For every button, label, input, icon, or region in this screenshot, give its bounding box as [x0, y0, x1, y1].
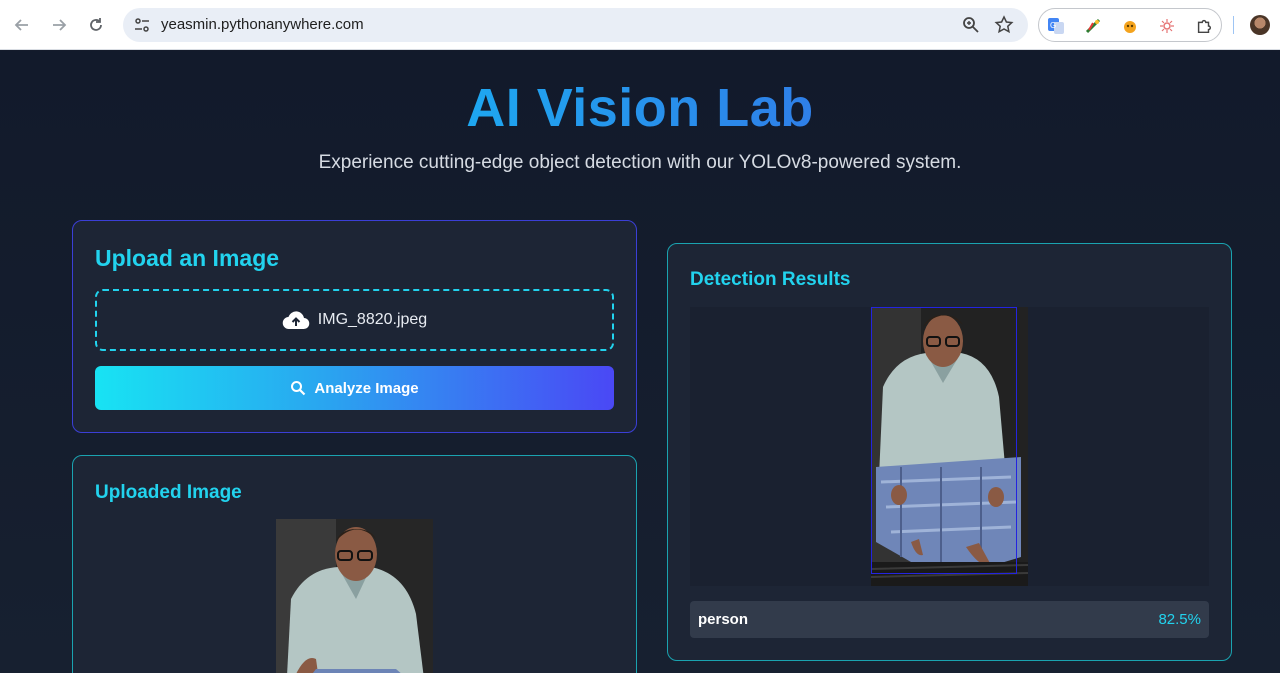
extension-icon[interactable] — [1084, 17, 1102, 35]
svg-text:G: G — [1050, 21, 1056, 30]
site-info-icon[interactable] — [133, 16, 151, 34]
url-text[interactable]: yeasmin.pythonanywhere.com — [161, 16, 364, 33]
detection-bounding-box — [871, 307, 1017, 574]
detection-score: 82.5% — [1158, 611, 1201, 628]
reload-icon[interactable] — [84, 13, 108, 37]
bookmark-star-icon[interactable] — [994, 15, 1014, 35]
extension-icon[interactable] — [1158, 17, 1176, 35]
browser-toolbar: yeasmin.pythonanywhere.com G — [0, 0, 1280, 50]
result-image-area — [690, 307, 1209, 586]
back-icon[interactable] — [10, 13, 34, 37]
extensions-tray: G — [1038, 8, 1222, 42]
search-icon — [291, 381, 306, 396]
translate-extension-icon[interactable]: G — [1047, 17, 1065, 35]
detection-label: person — [698, 611, 749, 628]
selected-file-name: IMG_8820.jpeg — [317, 311, 428, 328]
file-dropzone[interactable]: IMG_8820.jpeg — [95, 289, 614, 351]
upload-heading: Upload an Image — [95, 245, 280, 271]
extension-icon[interactable] — [1121, 17, 1139, 35]
analyze-button-label: Analyze Image — [314, 379, 419, 397]
page-subtitle: Experience cutting-edge object detection… — [318, 152, 962, 173]
uploaded-image-card: Uploaded Image — [72, 455, 637, 673]
profile-avatar[interactable] — [1250, 15, 1270, 35]
detection-row: person 82.5% — [690, 601, 1209, 638]
detection-results-card: Detection Results person 82.5% — [667, 243, 1232, 661]
extensions-puzzle-icon[interactable] — [1195, 17, 1213, 35]
uploaded-photo — [276, 519, 433, 673]
page-body: AI Vision Lab Experience cutting-edge ob… — [0, 51, 1280, 673]
upload-card: Upload an Image IMG_8820.jpeg Analyze Im… — [72, 220, 637, 433]
forward-icon[interactable] — [47, 13, 71, 37]
page-title: AI Vision Lab — [466, 78, 814, 138]
address-bar[interactable]: yeasmin.pythonanywhere.com — [123, 8, 1028, 42]
toolbar-divider — [1233, 16, 1234, 34]
uploaded-heading: Uploaded Image — [95, 482, 242, 503]
cloud-upload-icon — [282, 311, 310, 330]
zoom-icon[interactable] — [961, 15, 981, 35]
results-heading: Detection Results — [690, 269, 851, 290]
analyze-image-button[interactable]: Analyze Image — [95, 366, 614, 410]
